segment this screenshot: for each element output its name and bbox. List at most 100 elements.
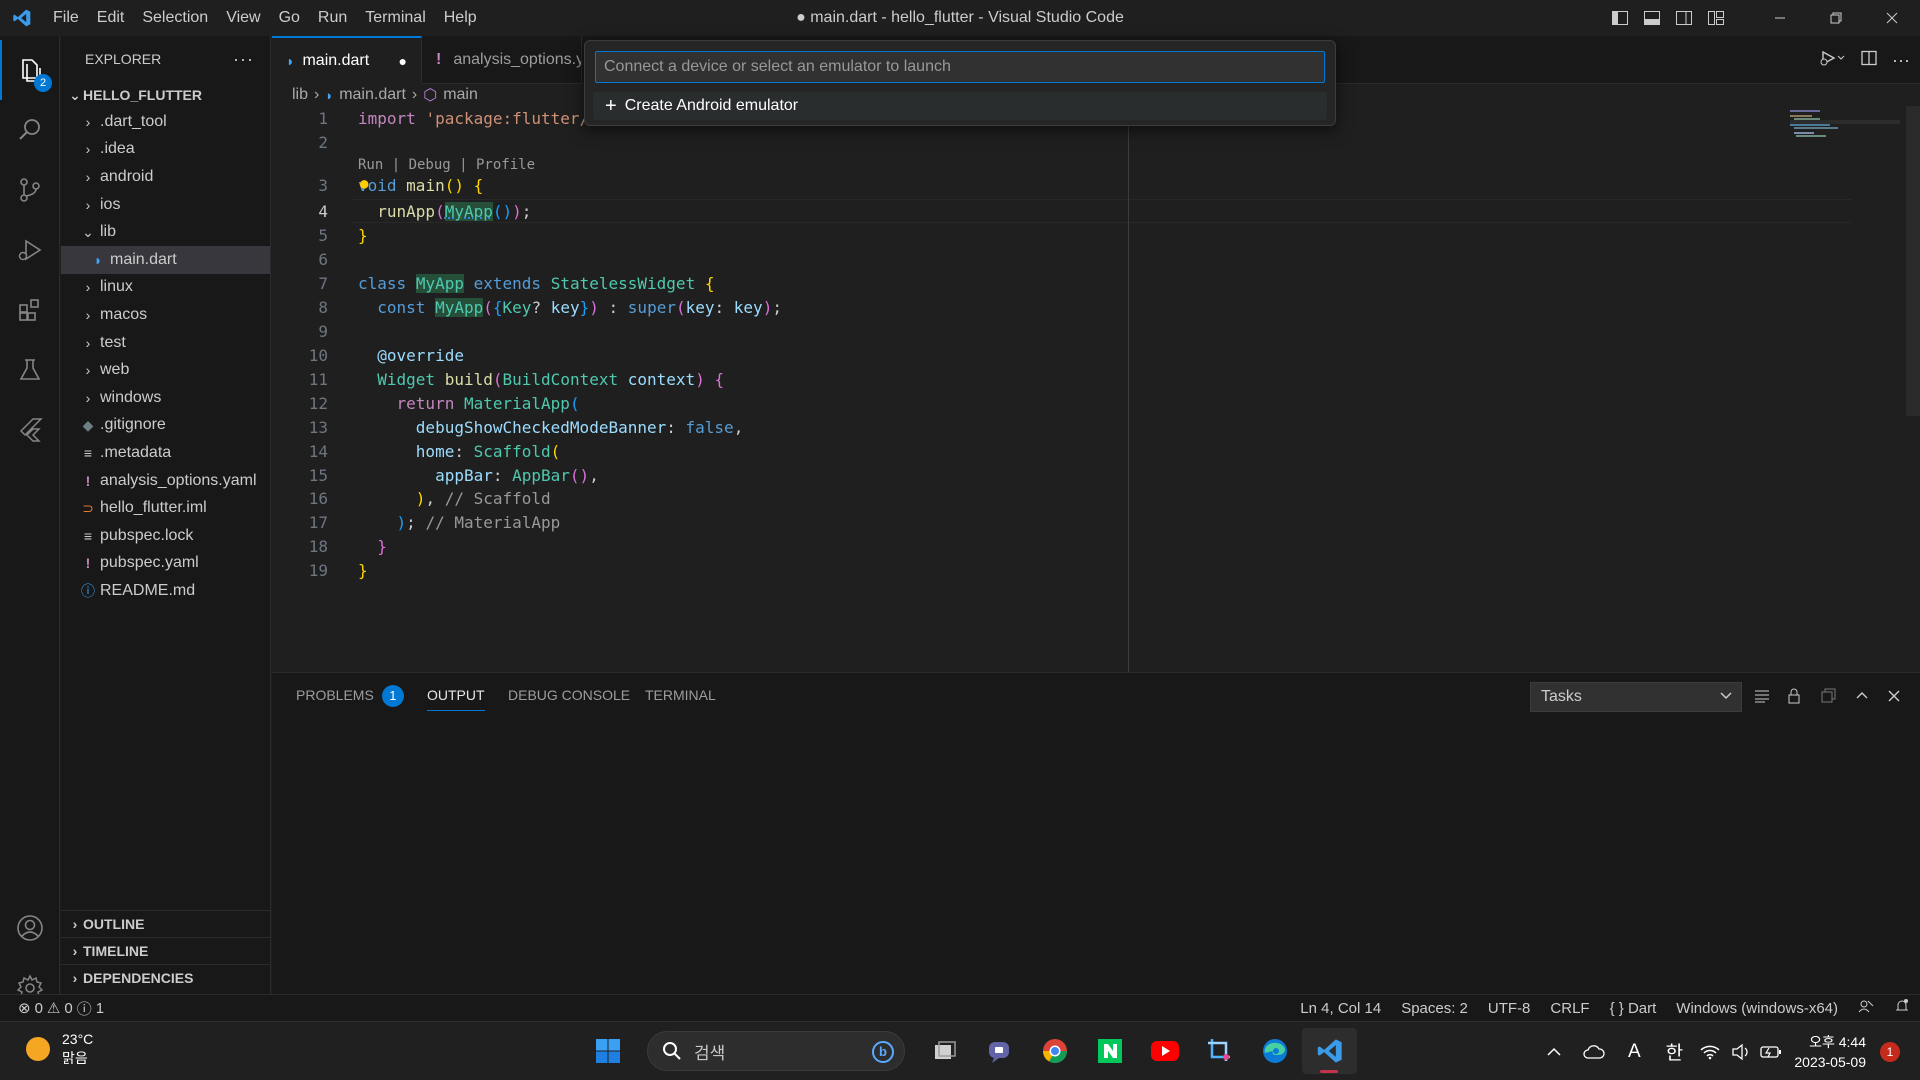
menu-run[interactable]: Run xyxy=(309,0,356,36)
battery-icon[interactable] xyxy=(1756,1045,1786,1059)
editor-scrollbar[interactable] xyxy=(1906,106,1920,416)
output-channel-select[interactable]: Tasks xyxy=(1530,682,1742,712)
timeline-section[interactable]: › TIMELINE xyxy=(61,937,271,964)
toggle-panel-icon[interactable] xyxy=(1636,0,1668,36)
menu-help[interactable]: Help xyxy=(435,0,486,36)
tree-item-analysis-options-yaml[interactable]: ! analysis_options.yaml xyxy=(61,467,270,495)
task-view-icon[interactable] xyxy=(917,1028,972,1074)
restore-button[interactable] xyxy=(1808,0,1864,36)
onedrive-icon[interactable] xyxy=(1574,1045,1614,1059)
tree-item-web[interactable]: › web xyxy=(61,356,270,384)
tab-output[interactable]: OUTPUT xyxy=(427,683,485,711)
youtube-icon[interactable] xyxy=(1137,1028,1192,1074)
run-debug-icon[interactable] xyxy=(0,220,60,280)
naver-icon[interactable] xyxy=(1082,1028,1137,1074)
wifi-icon[interactable] xyxy=(1694,1044,1726,1060)
menu-view[interactable]: View xyxy=(217,0,269,36)
tree-item-hello-flutter-iml[interactable]: ⊃ hello_flutter.iml xyxy=(61,494,270,522)
tab-debug-console[interactable]: DEBUG CONSOLE xyxy=(508,683,630,711)
tab-main-dart[interactable]: ◗ main.dart ● xyxy=(272,36,422,84)
tree-item-windows[interactable]: › windows xyxy=(61,384,270,412)
snipping-tool-icon[interactable] xyxy=(1192,1028,1247,1074)
unsaved-dot-icon[interactable]: ● xyxy=(399,53,407,69)
toggle-secondary-sidebar-icon[interactable] xyxy=(1668,0,1700,36)
tree-item-ios[interactable]: › ios xyxy=(61,191,270,219)
tree-item-dart-tool[interactable]: › .dart_tool xyxy=(61,108,270,136)
tab-terminal[interactable]: TERMINAL xyxy=(645,683,716,711)
tree-item-lib[interactable]: ⌄ lib xyxy=(61,218,270,246)
cursor-position[interactable]: Ln 4, Col 14 xyxy=(1300,1000,1381,1017)
tab-analysis-options[interactable]: ! analysis_options.y xyxy=(422,36,582,84)
accounts-icon[interactable] xyxy=(0,898,60,958)
extensions-icon[interactable] xyxy=(0,280,60,340)
minimap[interactable] xyxy=(1790,106,1900,146)
menu-go[interactable]: Go xyxy=(270,0,309,36)
tree-item-pubspec-yaml[interactable]: ! pubspec.yaml xyxy=(61,550,270,578)
breadcrumb-main[interactable]: main xyxy=(443,86,478,104)
clear-output-icon[interactable] xyxy=(1750,683,1774,709)
notification-count-badge[interactable]: 1 xyxy=(1880,1042,1900,1062)
tree-item-linux[interactable]: › linux xyxy=(61,274,270,302)
outline-section[interactable]: › OUTLINE xyxy=(61,910,271,937)
split-editor-icon[interactable] xyxy=(1860,49,1878,72)
breadcrumb-main-dart[interactable]: main.dart xyxy=(339,86,406,104)
tree-item-gitignore[interactable]: ◆ .gitignore xyxy=(61,412,270,440)
codelens-run-debug[interactable]: Run | Debug | Profile xyxy=(358,157,535,173)
feedback-icon[interactable] xyxy=(1858,998,1874,1018)
lock-scroll-icon[interactable] xyxy=(1782,683,1806,709)
menu-file[interactable]: File xyxy=(44,0,88,36)
ime-mode-indicator[interactable]: A xyxy=(1614,1041,1654,1063)
encoding[interactable]: UTF-8 xyxy=(1488,1000,1531,1017)
maximize-panel-icon[interactable] xyxy=(1850,683,1874,709)
close-panel-icon[interactable] xyxy=(1882,683,1906,709)
menu-edit[interactable]: Edit xyxy=(88,0,134,36)
testing-icon[interactable] xyxy=(0,340,60,400)
tree-item-metadata[interactable]: ≡ .metadata xyxy=(61,439,270,467)
tree-item-readme-md[interactable]: ⓘ README.md xyxy=(61,577,270,605)
workspace-folder[interactable]: ⌄ HELLO_FLUTTER xyxy=(61,82,270,108)
chrome-icon[interactable] xyxy=(1027,1028,1082,1074)
more-actions-icon[interactable]: ··· xyxy=(1892,50,1910,71)
flutter-icon[interactable] xyxy=(0,400,60,460)
code-editor[interactable]: 1 2 3 4 5 6 7 8 9 10 11 12 13 14 15 16 17 18 19 Run | Debu… xyxy=(272,106,1920,672)
tree-item-pubspec-lock[interactable]: ≡ pubspec.lock xyxy=(61,522,270,550)
quick-pick-item-create-emulator[interactable]: + Create Android emulator xyxy=(593,92,1327,120)
start-button[interactable] xyxy=(580,1028,635,1074)
weather-widget[interactable]: 23°C 맑음 xyxy=(26,1030,93,1068)
volume-icon[interactable] xyxy=(1726,1044,1756,1060)
end-of-line[interactable]: CRLF xyxy=(1550,1000,1589,1017)
tree-item-test[interactable]: › test xyxy=(61,329,270,357)
menu-selection[interactable]: Selection xyxy=(133,0,217,36)
tab-problems[interactable]: PROBLEMS 1 xyxy=(296,683,404,711)
taskbar-search-box[interactable]: 검색 b xyxy=(647,1031,905,1071)
menu-terminal[interactable]: Terminal xyxy=(356,0,434,36)
lightbulb-icon[interactable]: ● xyxy=(360,176,368,192)
quick-pick-input[interactable] xyxy=(595,51,1325,83)
close-window-button[interactable] xyxy=(1864,0,1920,36)
ime-language-indicator[interactable]: 한 xyxy=(1654,1038,1694,1065)
tree-item-macos[interactable]: › macos xyxy=(61,301,270,329)
problems-status[interactable]: ⊗ 0 ⚠ 0 ⓘ 1 xyxy=(18,998,104,1019)
open-in-editor-icon[interactable] xyxy=(1816,683,1840,709)
teams-chat-icon[interactable] xyxy=(972,1028,1027,1074)
toggle-primary-sidebar-icon[interactable] xyxy=(1604,0,1636,36)
tree-item-android[interactable]: › android xyxy=(61,163,270,191)
breadcrumb-lib[interactable]: lib xyxy=(292,86,308,104)
flutter-device[interactable]: Windows (windows-x64) xyxy=(1676,1000,1838,1017)
minimize-button[interactable] xyxy=(1752,0,1808,36)
language-mode[interactable]: { } Dart xyxy=(1610,1000,1657,1017)
explorer-icon[interactable]: 2 xyxy=(0,40,60,100)
notifications-bell-icon[interactable] xyxy=(1894,998,1910,1018)
search-icon[interactable] xyxy=(0,100,60,160)
tree-item-main-dart[interactable]: ◗ main.dart xyxy=(61,246,270,274)
more-actions-icon[interactable]: ··· xyxy=(233,49,254,70)
chevron-up-icon[interactable] xyxy=(1534,1047,1574,1057)
clock[interactable]: 오후 4:44 2023-05-09 xyxy=(1794,1032,1866,1072)
run-debug-dropdown-icon[interactable] xyxy=(1820,49,1846,72)
tree-item-idea[interactable]: › .idea xyxy=(61,136,270,164)
edge-icon[interactable] xyxy=(1247,1028,1302,1074)
indentation[interactable]: Spaces: 2 xyxy=(1401,1000,1468,1017)
source-control-icon[interactable] xyxy=(0,160,60,220)
customize-layout-icon[interactable] xyxy=(1700,0,1732,36)
vscode-taskbar-icon[interactable] xyxy=(1302,1028,1357,1074)
